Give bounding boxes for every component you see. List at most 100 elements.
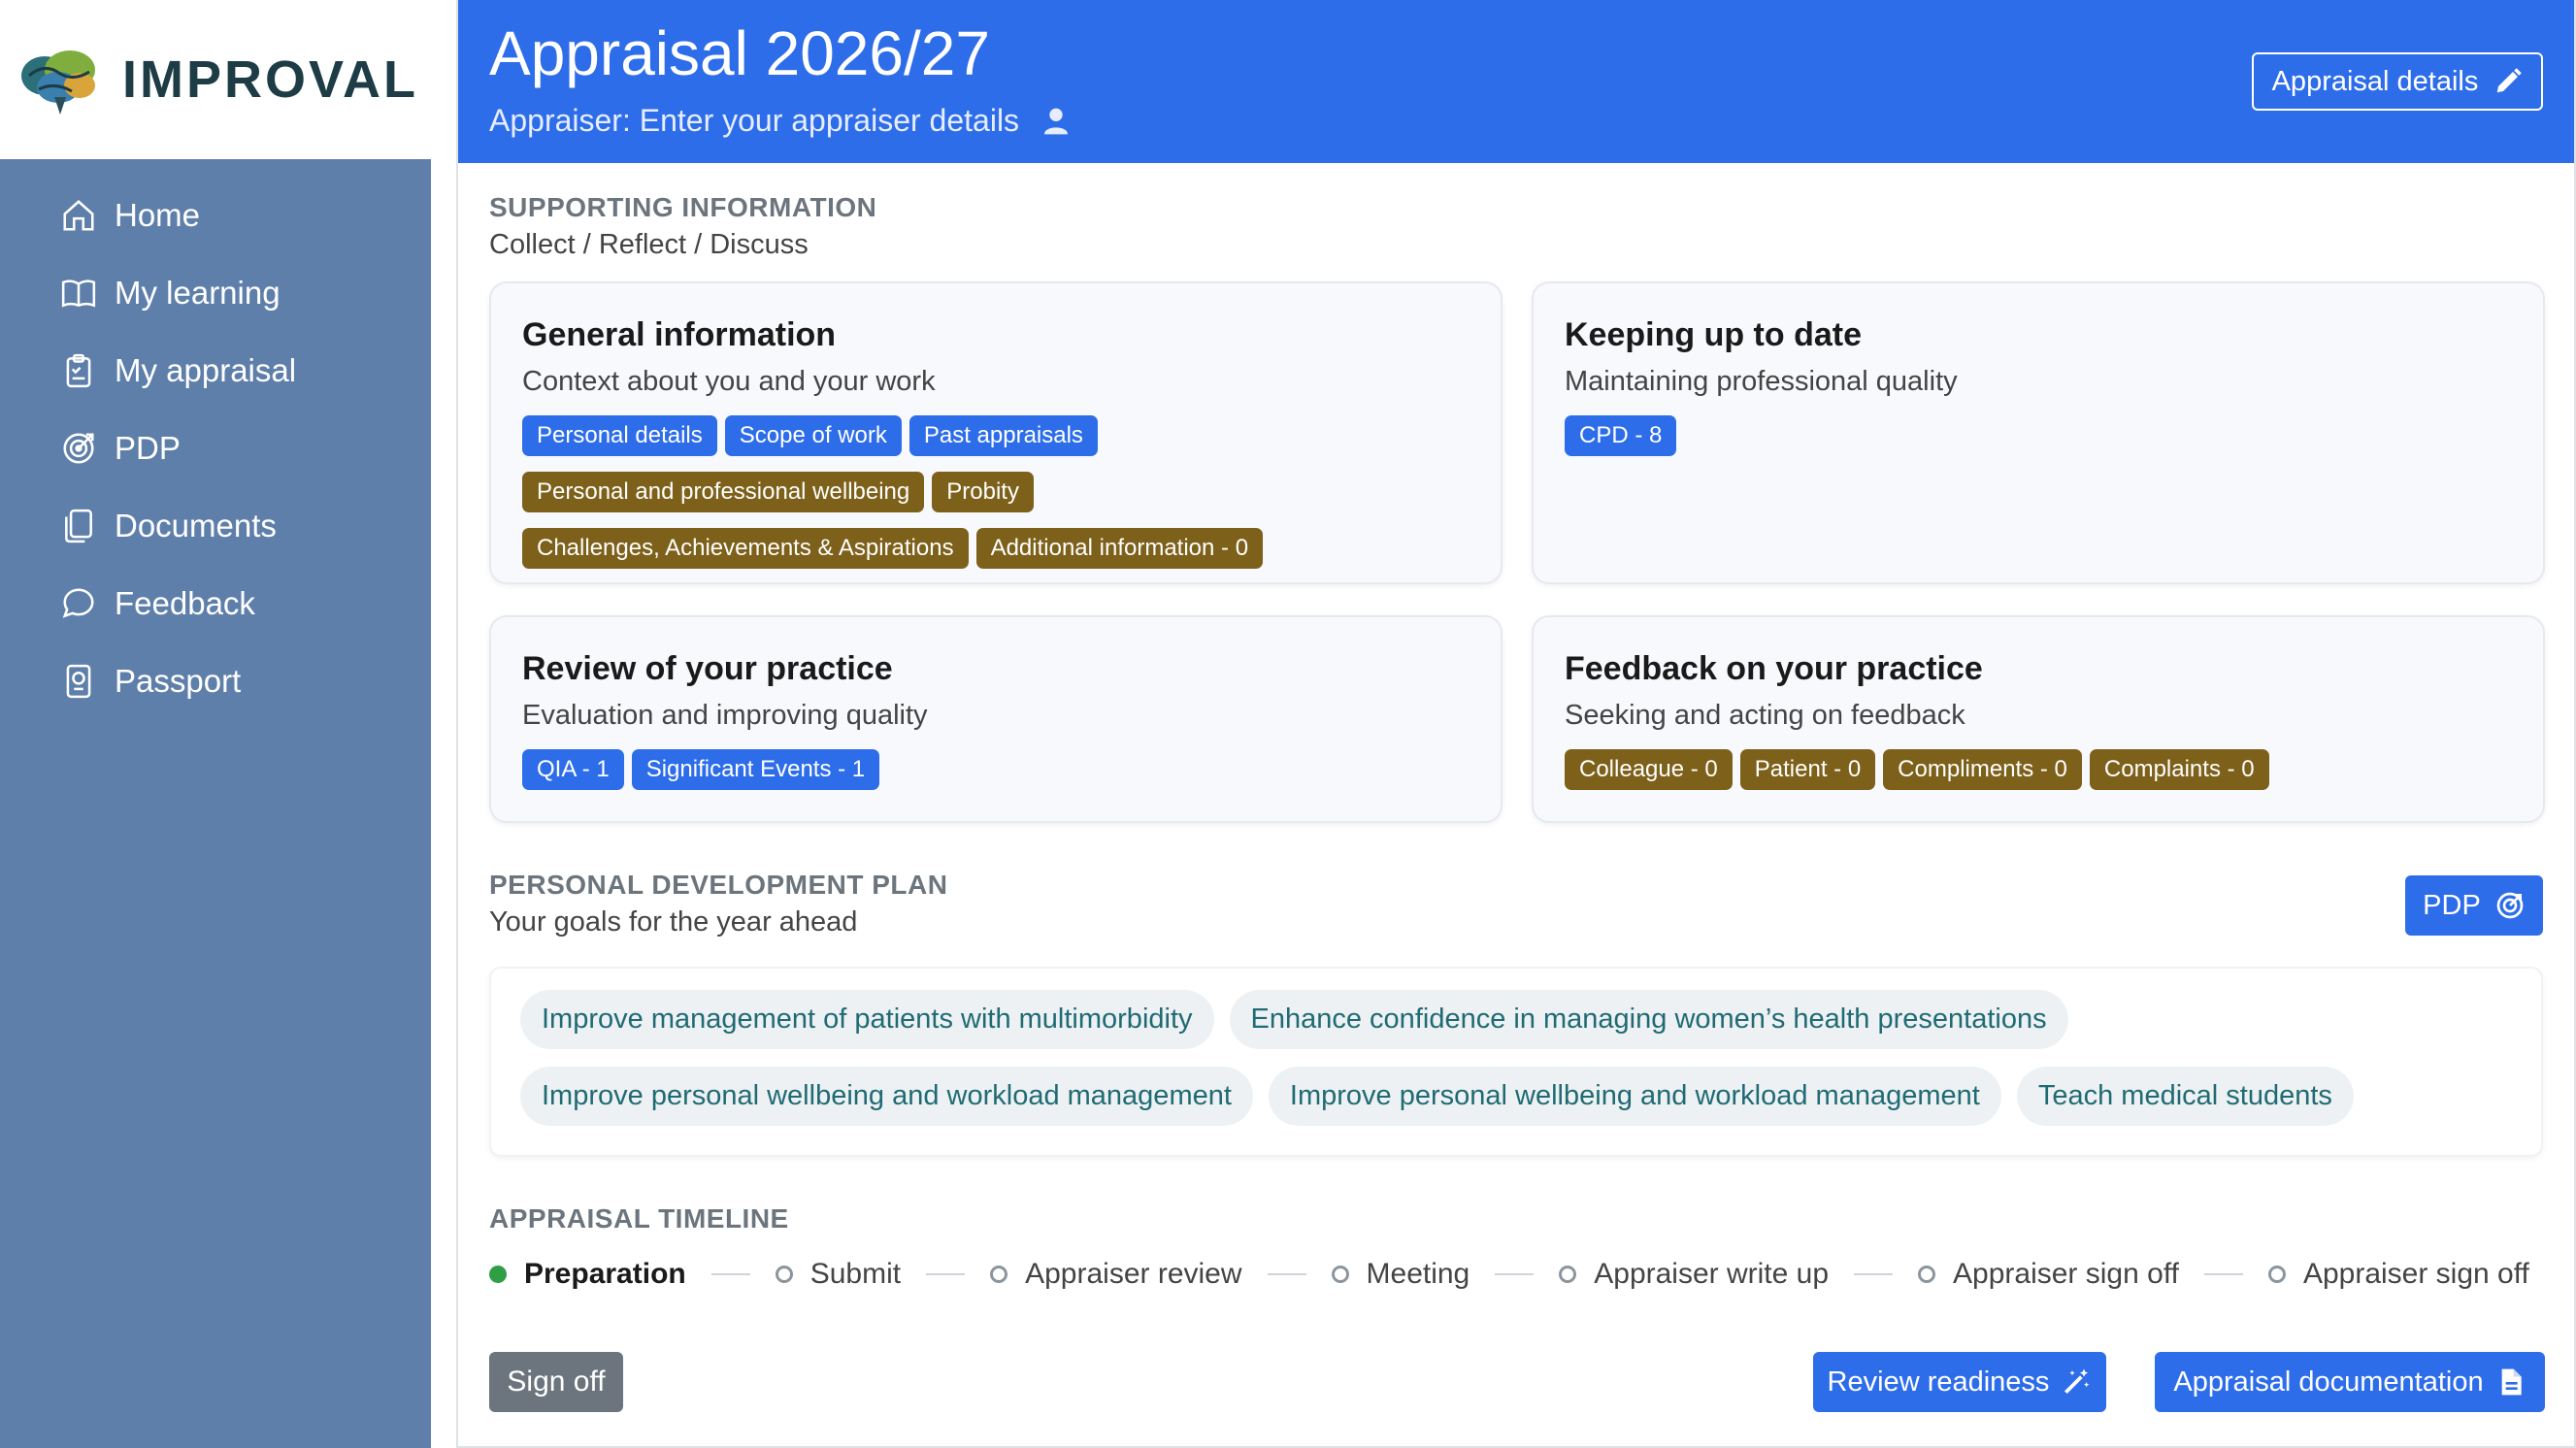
chat-icon	[62, 588, 94, 618]
badge-group: Colleague - 0 Patient - 0 Compliments - …	[1565, 749, 2512, 790]
badge-colleague[interactable]: Colleague - 0	[1565, 749, 1733, 790]
sidebar-item-label: My appraisal	[115, 352, 297, 388]
pdp-heading: PERSONAL DEVELOPMENT PLAN	[489, 870, 948, 900]
badge-group: QIA - 1 Significant Events - 1	[522, 749, 1470, 790]
goal-chip[interactable]: Improve management of patients with mult…	[520, 990, 1214, 1049]
badge-wellbeing[interactable]: Personal and professional wellbeing	[522, 472, 925, 512]
sidebar-item-feedback[interactable]: Feedback	[0, 565, 431, 642]
sidebar-item-my-learning[interactable]: My learning	[0, 254, 431, 332]
timeline-step-appraiser-review: Appraiser review	[990, 1258, 1242, 1291]
sidebar: IMPROVAL Home My learning My appraisal P…	[0, 0, 431, 1448]
sidebar-item-label: Passport	[115, 663, 242, 699]
timeline-heading: APPRAISAL TIMELINE	[489, 1203, 789, 1234]
review-readiness-label: Review readiness	[1827, 1366, 2050, 1398]
badge-group: CPD - 8	[1565, 415, 2512, 456]
sidebar-item-home[interactable]: Home	[0, 177, 431, 254]
brand-name: IMPROVAL	[122, 50, 418, 109]
badge-cpd[interactable]: CPD - 8	[1565, 415, 1677, 456]
step-complete-dot	[489, 1266, 507, 1283]
badge-additional-information[interactable]: Additional information - 0	[975, 528, 1264, 569]
badge-past-appraisals[interactable]: Past appraisals	[908, 415, 1098, 456]
goal-row: Improve management of patients with mult…	[520, 990, 2512, 1049]
goal-chip[interactable]: Improve personal wellbeing and workload …	[520, 1067, 1253, 1126]
appraisal-header: Appraisal 2026/27 Appraiser: Enter your …	[458, 0, 2574, 163]
magic-wand-icon	[2064, 1368, 2090, 1394]
timeline-step-preparation: Preparation	[489, 1258, 686, 1291]
step-pending-dot	[1331, 1266, 1349, 1283]
sidebar-item-label: Feedback	[115, 585, 255, 621]
step-pending-dot	[2267, 1266, 2286, 1283]
goal-chip[interactable]: Improve personal wellbeing and workload …	[1268, 1067, 2001, 1126]
review-readiness-button[interactable]: Review readiness	[1813, 1352, 2106, 1412]
card-general-information: General information Context about you an…	[489, 281, 1503, 584]
sidebar-item-label: PDP	[115, 430, 181, 466]
appraisal-details-button[interactable]: Appraisal details	[2252, 52, 2543, 111]
step-pending-dot	[1559, 1266, 1577, 1283]
badge-personal-details[interactable]: Personal details	[522, 415, 717, 456]
appraisal-timeline: Preparation Submit Appraiser review Meet…	[489, 1258, 2529, 1291]
timeline-step-meeting: Meeting	[1331, 1258, 1470, 1291]
pdp-button[interactable]: PDP	[2405, 875, 2543, 936]
pdp-goals: Improve management of patients with mult…	[489, 967, 2543, 1157]
sidebar-item-pdp[interactable]: PDP	[0, 410, 431, 487]
appraisal-documentation-button[interactable]: Appraisal documentation	[2155, 1352, 2545, 1412]
card-keeping-up-to-date: Keeping up to date Maintaining professio…	[1532, 281, 2545, 584]
step-label: Submit	[809, 1258, 902, 1290]
badge-scope-of-work[interactable]: Scope of work	[724, 415, 902, 456]
badge-complaints[interactable]: Complaints - 0	[2089, 749, 2269, 790]
documents-icon	[65, 509, 92, 543]
card-title: Keeping up to date	[1565, 316, 1862, 353]
badge-compliments[interactable]: Compliments - 0	[1883, 749, 2082, 790]
timeline-connector	[1495, 1273, 1535, 1275]
sidebar-item-label: My learning	[115, 275, 281, 311]
step-pending-dot	[990, 1266, 1008, 1283]
appraiser-line[interactable]: Appraiser: Enter your appraiser details	[489, 103, 1072, 139]
sign-off-button[interactable]: Sign off	[489, 1352, 623, 1412]
goal-row: Improve personal wellbeing and workload …	[520, 1067, 2512, 1126]
supporting-subheading: Collect / Reflect / Discuss	[489, 229, 809, 260]
card-feedback-on-practice: Feedback on your practice Seeking and ac…	[1532, 615, 2545, 823]
book-icon	[61, 280, 96, 308]
goal-chip[interactable]: Teach medical students	[2016, 1067, 2354, 1126]
goal-chip[interactable]: Enhance confidence in managing women’s h…	[1229, 990, 2068, 1049]
badge-qia[interactable]: QIA - 1	[522, 749, 624, 790]
step-label: Appraiser review	[1025, 1258, 1242, 1290]
step-label: Preparation	[524, 1258, 686, 1290]
step-pending-dot	[775, 1266, 793, 1283]
pencil-icon	[2497, 68, 2523, 93]
brand[interactable]: IMPROVAL	[0, 0, 431, 159]
step-label: Meeting	[1366, 1258, 1470, 1290]
card-title: Review of your practice	[522, 650, 893, 687]
step-pending-dot	[1918, 1266, 1936, 1283]
card-subtitle: Evaluation and improving quality	[522, 700, 928, 731]
timeline-step-appraiser-sign-off: Appraiser sign off	[1918, 1258, 2179, 1291]
badge-probity[interactable]: Probity	[932, 472, 1034, 512]
timeline-connector	[710, 1273, 750, 1275]
appraisal-documentation-label: Appraisal documentation	[2173, 1366, 2484, 1398]
pdp-button-label: PDP	[2423, 889, 2481, 921]
sidebar-item-passport[interactable]: Passport	[0, 642, 431, 720]
badge-patient[interactable]: Patient - 0	[1739, 749, 1876, 790]
pdp-subheading: Your goals for the year ahead	[489, 906, 858, 938]
timeline-connector	[1267, 1273, 1306, 1275]
home-icon	[63, 200, 94, 231]
sidebar-item-documents[interactable]: Documents	[0, 487, 431, 565]
page-title: Appraisal 2026/27	[489, 18, 990, 88]
badge-challenges[interactable]: Challenges, Achievements & Aspirations	[522, 528, 969, 569]
sidebar-item-label: Documents	[115, 508, 277, 543]
document-icon	[2501, 1368, 2522, 1396]
badge-significant-events[interactable]: Significant Events - 1	[631, 749, 880, 790]
badge-group: Personal details Scope of work Past appr…	[522, 415, 1470, 569]
timeline-connector	[2203, 1273, 2243, 1275]
card-review-of-practice: Review of your practice Evaluation and i…	[489, 615, 1503, 823]
timeline-connector	[1854, 1273, 1894, 1275]
appraisal-details-label: Appraisal details	[2271, 65, 2479, 97]
sidebar-item-my-appraisal[interactable]: My appraisal	[0, 332, 431, 410]
passport-icon	[66, 664, 91, 699]
appraiser-text: Appraiser: Enter your appraiser details	[489, 103, 1020, 138]
card-subtitle: Maintaining professional quality	[1565, 366, 1958, 397]
clipboard-icon	[66, 353, 91, 388]
brain-logo-icon	[21, 50, 95, 115]
step-label: Appraiser write up	[1594, 1258, 1830, 1290]
sidebar-item-label: Home	[115, 197, 201, 233]
